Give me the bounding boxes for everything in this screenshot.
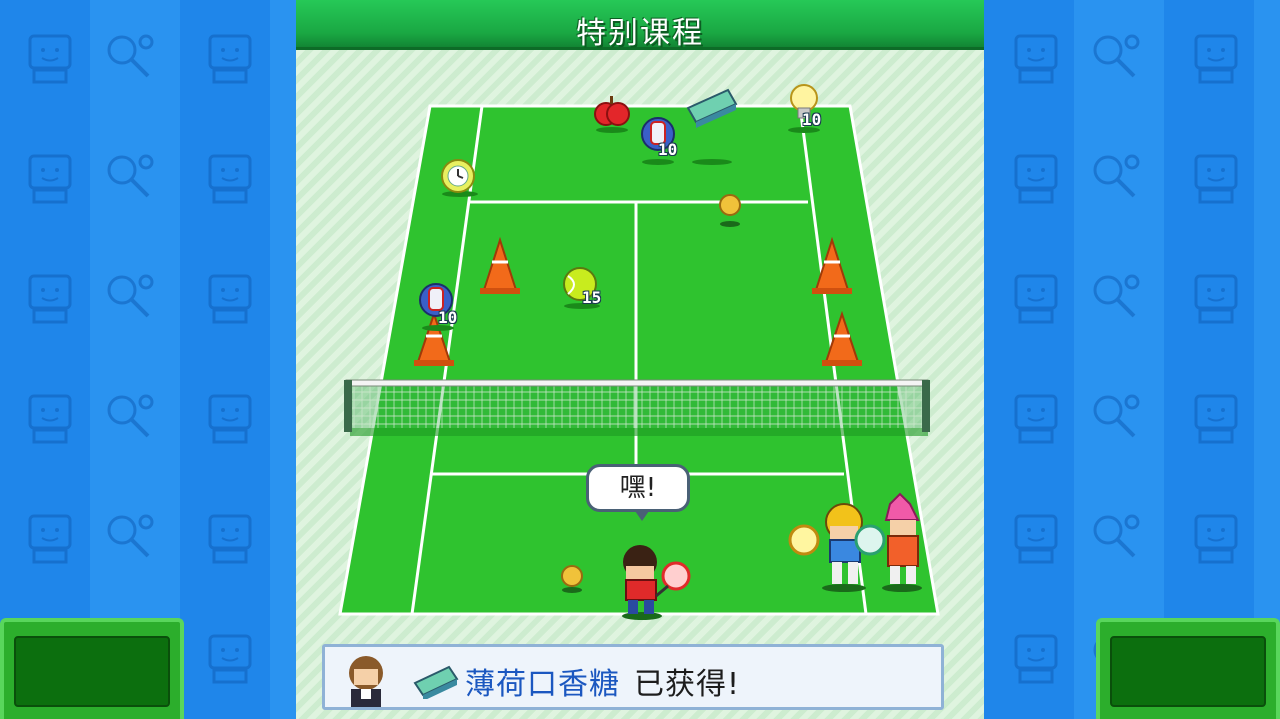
racket-pattern-icon	[1086, 28, 1146, 88]
left-menu-button[interactable]	[0, 618, 184, 719]
racket-pattern-icon	[1086, 388, 1146, 448]
item-count-badge: 10	[802, 110, 822, 129]
tennis-ball-icon[interactable]	[719, 194, 741, 227]
mascot-pattern-icon	[20, 268, 80, 328]
racket-pattern-icon	[1086, 268, 1146, 328]
mint-gum-icon	[413, 665, 459, 699]
racket-pattern-icon	[1086, 148, 1146, 208]
mascot-pattern-icon	[200, 508, 260, 568]
mascot-pattern-icon	[200, 148, 260, 208]
item-count-badge: 10	[438, 308, 458, 327]
racket-pattern-icon	[100, 268, 160, 328]
mascot-pattern-icon	[1186, 268, 1246, 328]
mascot-pattern-icon	[20, 28, 80, 88]
racket-pattern-icon	[100, 388, 160, 448]
tennis-ball-icon[interactable]	[561, 565, 583, 593]
item-count-badge: 10	[658, 140, 678, 159]
mascot-pattern-icon	[200, 268, 260, 328]
speech-bubble: 嘿!	[586, 464, 690, 521]
mascot-pattern-icon	[1006, 388, 1066, 448]
mascot-pattern-icon	[1006, 28, 1066, 88]
item-obtained-message[interactable]: 薄荷口香糖 已获得!	[322, 644, 944, 710]
racket-pattern-icon	[100, 148, 160, 208]
mascot-pattern-icon	[200, 628, 260, 688]
mascot-pattern-icon	[1186, 148, 1246, 208]
mascot-pattern-icon	[20, 508, 80, 568]
special-course-panel: 特别课程 10 10 10 15 嘿! 薄荷口香糖 已获得!	[296, 0, 984, 719]
racket-pattern-icon	[100, 508, 160, 568]
racket-pattern-icon	[100, 28, 160, 88]
mascot-pattern-icon	[1006, 148, 1066, 208]
racket-pattern-icon	[1086, 508, 1146, 568]
item-count-badge: 15	[582, 288, 602, 307]
obtained-suffix: 已获得!	[634, 667, 741, 702]
mascot-pattern-icon	[1186, 28, 1246, 88]
left-wallpaper	[0, 0, 296, 719]
tennis-court	[338, 84, 940, 620]
mascot-pattern-icon	[1186, 508, 1246, 568]
mascot-pattern-icon	[200, 388, 260, 448]
item-name: 薄荷口香糖	[465, 667, 620, 702]
coach-portrait-icon	[349, 656, 383, 707]
mascot-pattern-icon	[200, 28, 260, 88]
mascot-pattern-icon	[1006, 508, 1066, 568]
mascot-pattern-icon	[1186, 388, 1246, 448]
mascot-pattern-icon	[1006, 628, 1066, 688]
message-text: 薄荷口香糖 已获得!	[465, 659, 740, 703]
mascot-pattern-icon	[1006, 268, 1066, 328]
right-wallpaper	[984, 0, 1280, 719]
mascot-pattern-icon	[20, 148, 80, 208]
mascot-pattern-icon	[20, 388, 80, 448]
right-menu-button[interactable]	[1096, 618, 1280, 719]
